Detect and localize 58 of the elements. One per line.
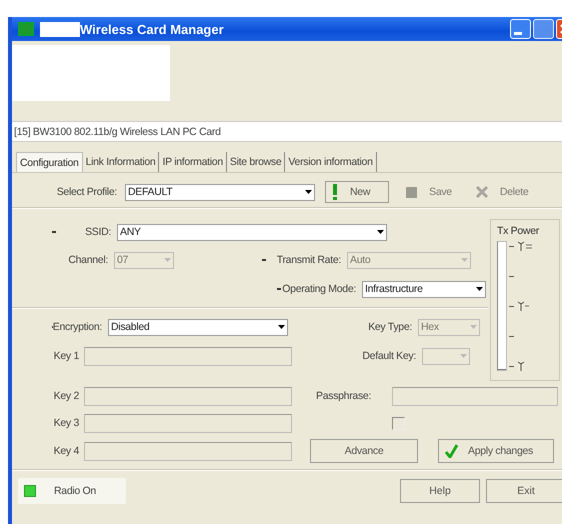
dropdown[interactable]: DEFAULT xyxy=(125,184,315,200)
antenna-icon xyxy=(517,361,525,371)
input-field[interactable] xyxy=(84,442,292,460)
delete-icon xyxy=(476,186,488,198)
dropdown[interactable]: Infrastructure xyxy=(362,280,486,298)
tab[interactable]: IP information xyxy=(159,152,227,172)
checkmark-icon xyxy=(445,444,458,458)
dropdown[interactable]: Disabled xyxy=(108,318,288,336)
field-label: Key 2 xyxy=(52,390,80,402)
dropdown[interactable]: ANY xyxy=(117,224,387,240)
dropdown-arrow-icon xyxy=(161,258,173,262)
tab[interactable]: Version information xyxy=(285,152,377,172)
passphrase-field[interactable] xyxy=(392,386,558,406)
group-label: Tx Power xyxy=(497,225,540,237)
exclamation-icon xyxy=(332,184,338,200)
checkbox[interactable] xyxy=(392,416,405,430)
minimize-button[interactable] xyxy=(510,19,531,39)
dropdown-arrow-icon xyxy=(374,230,386,234)
window-title: Wireless Card Manager xyxy=(80,22,224,36)
logo-placeholder xyxy=(40,22,80,36)
antenna-icon xyxy=(517,301,529,311)
field-label: Transmit Rate: xyxy=(276,254,341,266)
apply-button[interactable]: Apply changes xyxy=(438,439,554,463)
tab[interactable]: Configuration xyxy=(16,152,83,172)
dropdown-arrow-icon xyxy=(275,325,287,329)
adapter-dropdown[interactable]: [15] BW3100 802.11b/g Wireless LAN PC Card xyxy=(12,121,562,142)
dropdown-arrow-icon xyxy=(302,190,314,194)
antenna-icon xyxy=(517,241,533,251)
input-field[interactable] xyxy=(84,386,292,406)
field-label: Select Profile: xyxy=(56,186,118,198)
dropdown-arrow-icon xyxy=(473,287,485,291)
field-label: Key 1 xyxy=(52,350,80,362)
tab[interactable]: Link Information xyxy=(82,152,160,172)
dropdown-arrow-icon xyxy=(457,354,469,358)
maximize-button[interactable] xyxy=(533,19,554,39)
field-label: Key Type: xyxy=(368,321,412,333)
field-label: Key 4 xyxy=(52,445,80,457)
field-label: Key 3 xyxy=(52,417,80,429)
square-icon xyxy=(406,186,418,198)
slider-thumb[interactable] xyxy=(498,366,506,370)
field-label: Channel: xyxy=(68,254,108,266)
help-button[interactable]: Help xyxy=(400,479,480,503)
dropdown-arrow-icon xyxy=(458,258,470,262)
tab[interactable]: Site browse xyxy=(226,152,286,172)
field-label: Passphrase: xyxy=(316,390,372,402)
new-button[interactable]: New xyxy=(325,181,390,203)
advance-button[interactable]: Advance xyxy=(310,439,418,463)
input-field[interactable] xyxy=(84,346,292,366)
exit-button[interactable]: Exit xyxy=(486,479,562,503)
dropdown-arrow-icon xyxy=(467,325,479,329)
app-icon xyxy=(18,22,34,36)
field-label: SSID: xyxy=(85,226,111,238)
field-label: Operating Mode: xyxy=(282,283,356,295)
input-field[interactable] xyxy=(84,414,292,432)
minimize-icon xyxy=(514,32,522,35)
field-label: Encryption: xyxy=(52,321,102,333)
field-label: Default Key: xyxy=(362,350,416,362)
radio-status: Radio On xyxy=(18,478,126,504)
